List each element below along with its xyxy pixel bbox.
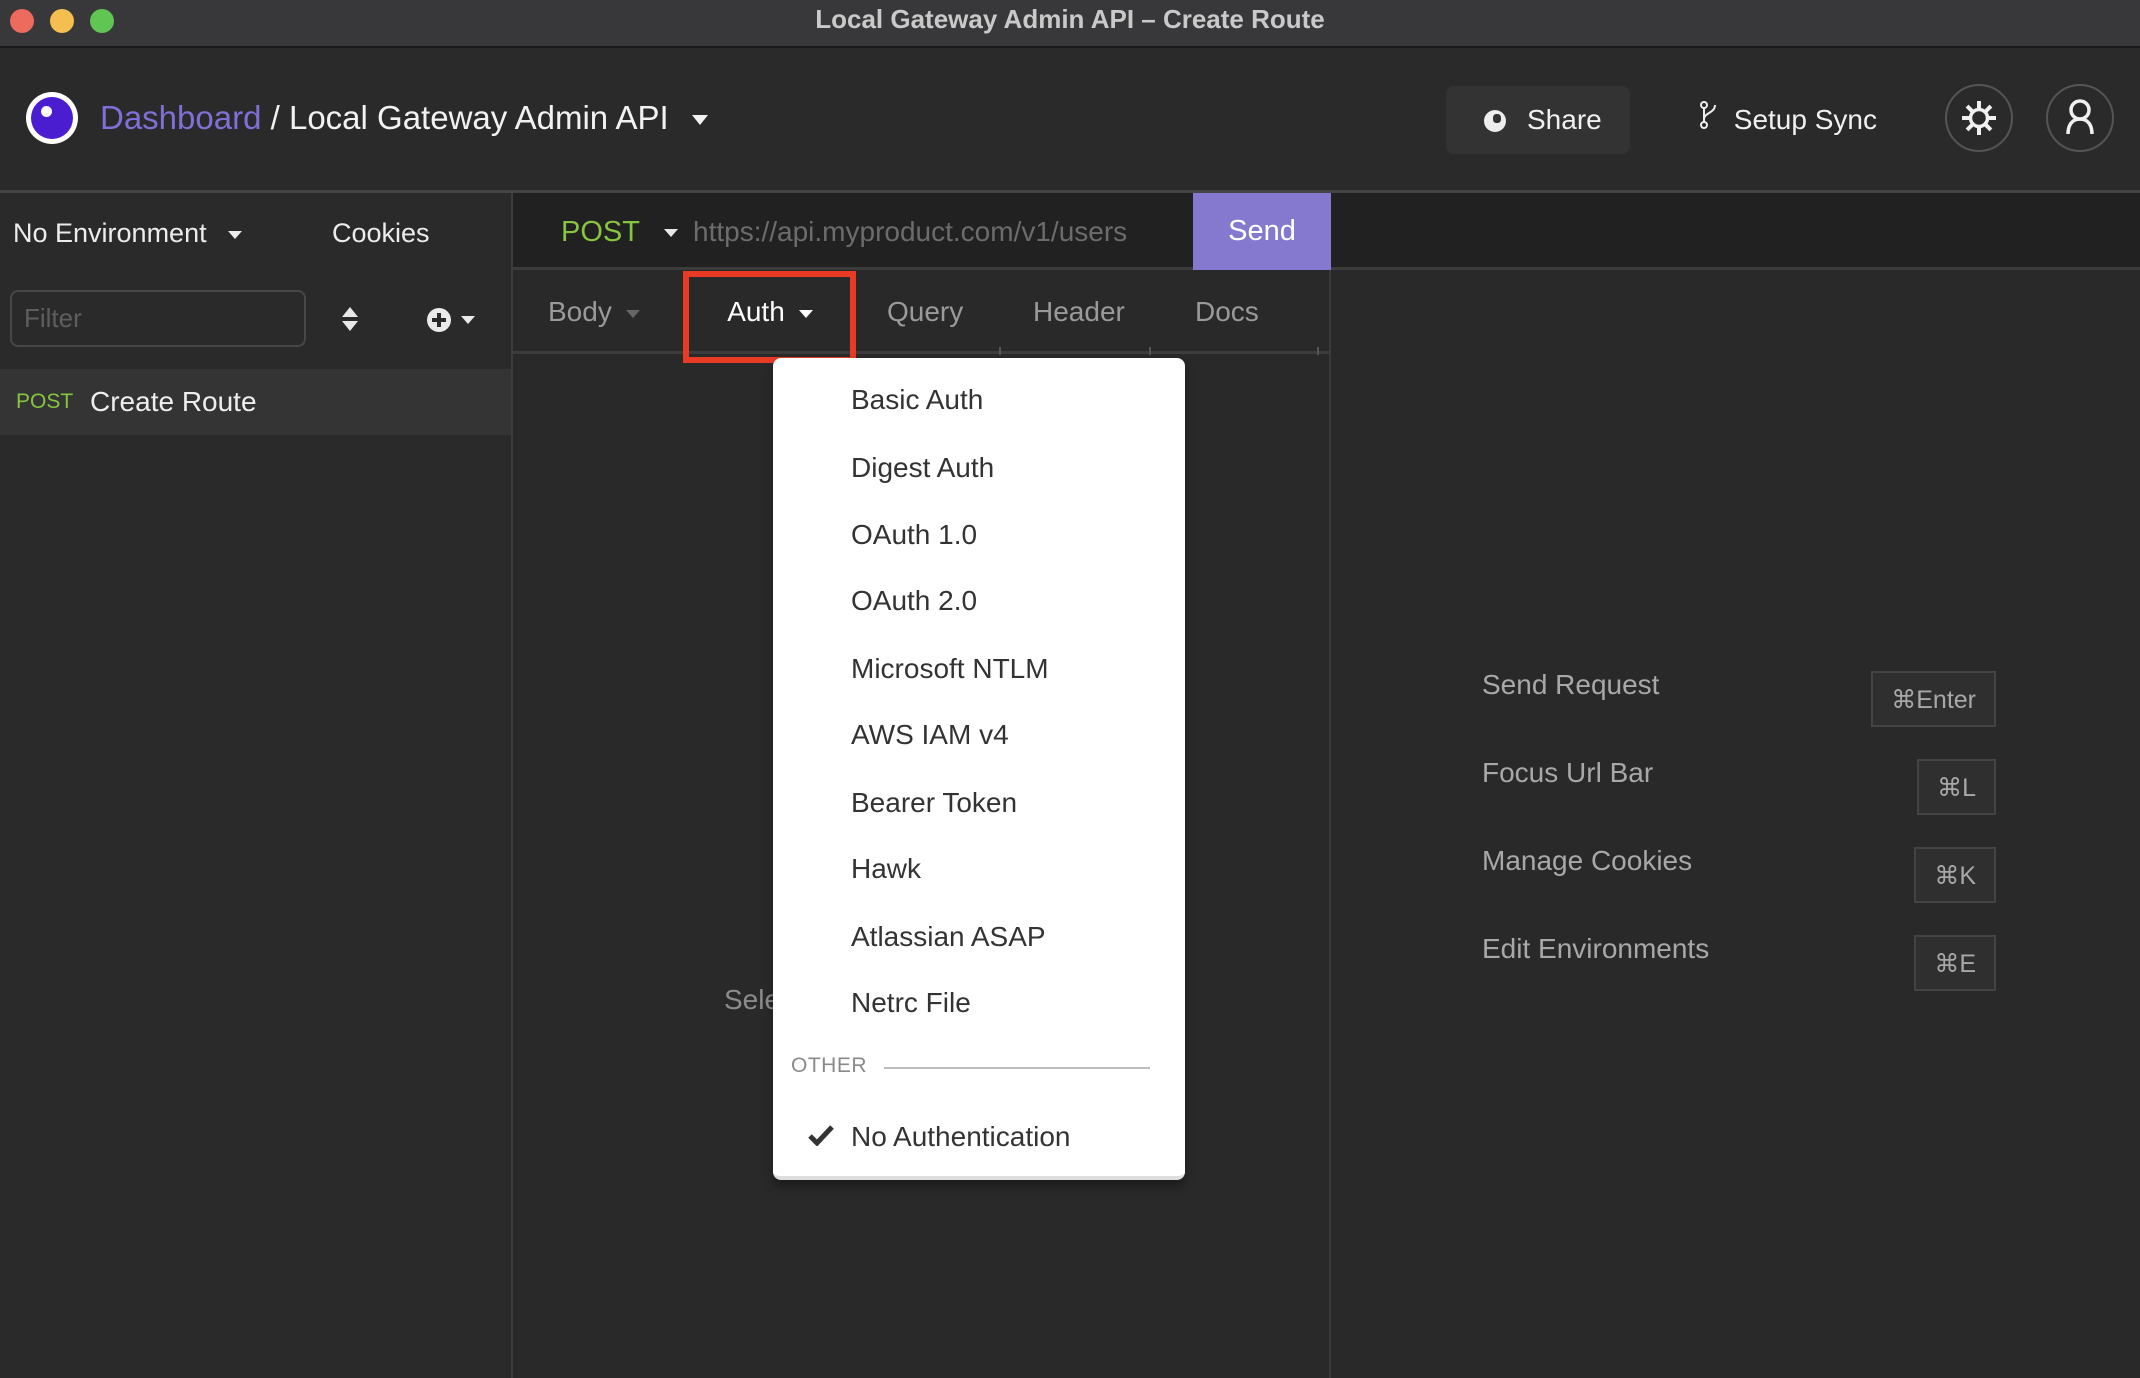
menu-item-atlassian-asap[interactable]: Atlassian ASAP [773,904,1185,970]
menu-item-aws-iam-v4[interactable]: AWS IAM v4 [773,702,1185,768]
chevron-down-icon [663,229,678,238]
tab-divider [1317,347,1319,355]
menu-item-microsoft-ntlm[interactable]: Microsoft NTLM [773,636,1185,702]
tab-divider [1149,347,1151,355]
menu-item-netrc-file[interactable]: Netrc File [773,970,1185,1036]
tab-body[interactable]: Body [548,270,640,354]
url-input[interactable] [693,209,1183,255]
chevron-down-icon [625,309,640,318]
menu-item-hawk[interactable]: Hawk [773,836,1185,902]
check-icon [808,1125,834,1146]
globe-icon [1484,110,1506,132]
method-select[interactable]: POST [561,213,678,251]
request-tabs: Body Auth Query Header Docs [513,270,1331,355]
shortcut-key: ⌘L [1917,759,1996,815]
breadcrumb-dashboard-link[interactable]: Dashboard [100,99,261,136]
breadcrumb-separator: / [270,99,280,136]
share-label: Share [1527,104,1602,135]
filter-input[interactable] [10,290,306,347]
auth-dropdown-menu: Basic Auth Digest Auth OAuth 1.0 OAuth 2… [773,358,1185,1180]
shortcut-label: Edit Environments [1482,933,1710,964]
shortcut-label: Send Request [1482,669,1660,700]
insomnia-logo-icon[interactable] [26,92,78,144]
shortcut-key: ⌘Enter [1871,671,1996,727]
response-header-bar [1331,193,2140,270]
shortcut-label: Manage Cookies [1482,845,1693,876]
git-branch-icon [1700,86,1718,154]
account-button[interactable] [2046,84,2114,152]
setup-sync-button[interactable]: Setup Sync [1700,86,1877,154]
sort-button[interactable] [340,303,360,337]
tab-docs[interactable]: Docs [1195,270,1259,354]
tab-auth-label: Auth [727,296,785,327]
app-header: Dashboard / Local Gateway Admin API Shar… [0,48,2140,193]
menu-item-oauth-1[interactable]: OAuth 1.0 [773,502,1185,568]
menu-item-basic-auth[interactable]: Basic Auth [773,367,1185,433]
shortcut-label: Focus Url Bar [1482,757,1654,788]
window-title: Local Gateway Admin API – Create Route [815,4,1325,34]
sidebar: No Environment Cookies POST Create Route [0,193,513,1378]
tab-divider [999,347,1001,355]
add-request-button[interactable] [425,303,481,337]
menu-item-oauth-2[interactable]: OAuth 2.0 [773,568,1185,634]
breadcrumb: Dashboard / Local Gateway Admin API [100,96,708,140]
request-method-badge: POST [16,390,74,413]
sort-up-icon [342,307,358,317]
chevron-down-icon [798,309,813,318]
setup-sync-label: Setup Sync [1733,104,1877,135]
menu-item-bearer-token[interactable]: Bearer Token [773,770,1185,836]
workspace-chevron-down-icon[interactable] [691,115,708,126]
body-hint-text: Sele [724,984,781,1015]
chevron-down-icon [228,230,243,239]
shortcut-key: ⌘K [1914,847,1996,903]
sidebar-request-item[interactable]: POST Create Route [0,369,511,435]
tab-body-label: Body [548,296,612,327]
chevron-down-icon [461,316,475,324]
gear-icon [1962,101,1996,135]
menu-item-digest-auth[interactable]: Digest Auth [773,435,1185,501]
window-titlebar: Local Gateway Admin API – Create Route [0,0,2140,48]
environment-select[interactable]: No Environment [13,215,243,251]
send-button[interactable]: Send [1193,193,1331,270]
request-name: Create Route [90,386,257,417]
settings-button[interactable] [1945,84,2013,152]
share-button[interactable]: Share [1446,86,1630,154]
plus-circle-icon [427,308,451,332]
menu-divider [884,1067,1150,1069]
tab-header[interactable]: Header [1033,270,1125,354]
response-pane: Send Request ⌘Enter Focus Url Bar ⌘L Man… [1331,193,2140,1378]
url-bar: POST Send [513,193,1331,270]
workspace-name[interactable]: Local Gateway Admin API [289,99,669,136]
tab-auth[interactable]: Auth [683,270,857,354]
user-icon [2066,99,2094,135]
method-label: POST [561,216,640,248]
menu-section-heading: OTHER [791,1054,867,1077]
tab-query[interactable]: Query [887,270,963,354]
environment-label: No Environment [13,218,207,248]
menu-item-no-authentication[interactable]: No Authentication [773,1104,1185,1170]
shortcut-key: ⌘E [1914,935,1996,991]
cookies-button[interactable]: Cookies [332,215,430,251]
sort-down-icon [342,321,358,331]
